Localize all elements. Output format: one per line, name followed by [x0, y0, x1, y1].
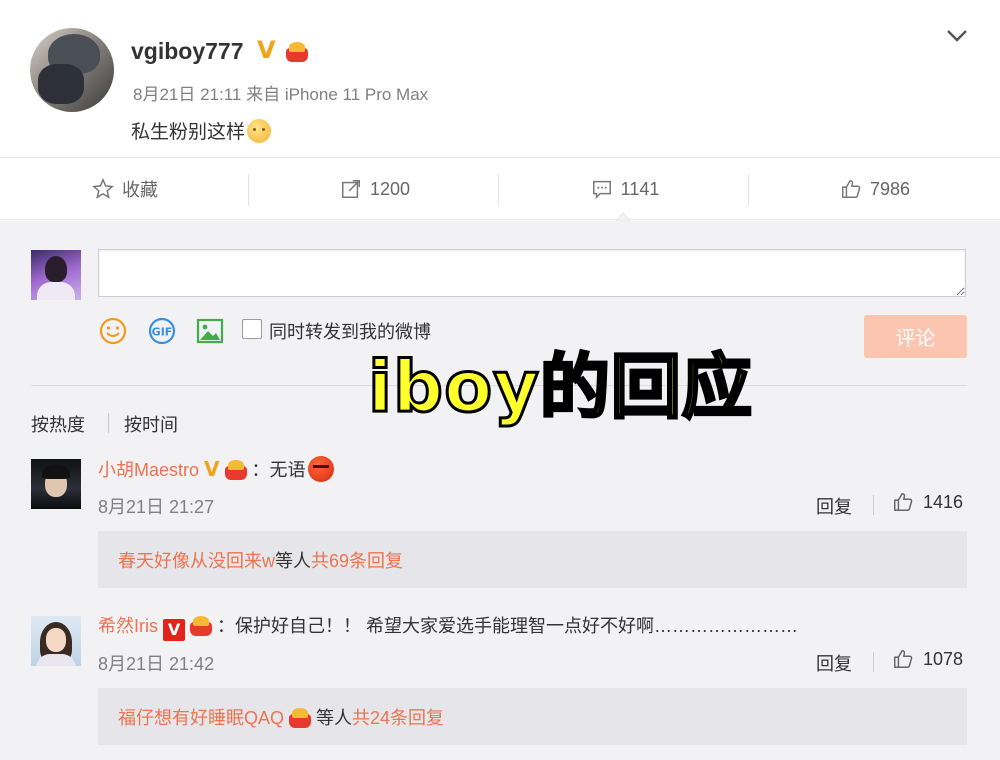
star-icon — [92, 178, 114, 199]
submit-comment-button[interactable]: 评论 — [864, 315, 967, 358]
repost-checkbox-label[interactable]: 同时转发到我的微博 — [269, 318, 431, 344]
chevron-down-icon[interactable] — [945, 26, 969, 46]
repost-button[interactable]: 1200 — [250, 158, 500, 220]
comment-text: 无语 — [269, 460, 306, 480]
sub-reply-count[interactable]: 共69条回复 — [311, 547, 403, 573]
comment-button[interactable]: 1141 — [500, 158, 750, 220]
sort-by-time-tab[interactable]: 按时间 — [124, 411, 178, 437]
post-text: 私生粉别这样 — [131, 122, 246, 143]
avatar-face — [38, 64, 84, 104]
thumbs-up-icon — [894, 650, 913, 668]
member-crown-icon — [188, 614, 214, 636]
svg-text:GIF: GIF — [152, 326, 173, 339]
verified-gold-icon: V — [257, 36, 276, 64]
member-crown-icon — [284, 40, 310, 62]
member-crown-icon — [287, 706, 313, 728]
comment-avatar[interactable] — [31, 459, 81, 509]
post-content: 私生粉别这样 — [131, 117, 272, 144]
post-source: iPhone 11 Pro Max — [284, 85, 429, 104]
comment-avatar[interactable] — [31, 616, 81, 666]
reply-button[interactable]: 回复 — [816, 493, 852, 519]
commenter-name[interactable]: 小胡Maestro — [98, 460, 199, 480]
comment-like-count: 1416 — [923, 491, 964, 512]
current-user-avatar[interactable] — [31, 250, 81, 300]
thumbs-up-icon — [841, 180, 861, 198]
author-username[interactable]: vgiboy777 — [131, 38, 244, 65]
comment-action-divider — [873, 652, 874, 672]
sub-reply-mid: 等人 — [275, 550, 311, 571]
overlay-caption: iboy的回应 — [367, 346, 754, 428]
favorite-label: 收藏 — [122, 180, 158, 200]
blush-emoji-icon — [247, 119, 272, 143]
comment-section — [0, 221, 1000, 760]
action-bar: 收藏 1200 1141 7986 — [0, 158, 1000, 220]
sub-reply-user[interactable]: 福仔想有好睡眠QAQ — [118, 704, 284, 730]
emoji-icon[interactable] — [98, 316, 128, 346]
sub-reply-mid: 等人 — [316, 707, 353, 728]
author-avatar[interactable] — [30, 28, 114, 112]
post-meta: 8月21日 21:11 来自 iPhone 11 Pro Max — [133, 80, 428, 105]
comment-line: 希然Iris V ：保护好自己！！ 希望大家爱选手能理智一点好不好啊…………………… — [98, 612, 798, 641]
comment-tab-pointer — [616, 213, 630, 221]
like-button[interactable]: 7986 — [750, 158, 1000, 220]
comment-icon — [592, 180, 611, 200]
comment-like-count: 1078 — [923, 648, 964, 669]
sub-replies-box[interactable]: 福仔想有好睡眠QAQ 等人 共24条回复 — [98, 688, 967, 745]
verified-red-icon: V — [163, 619, 186, 641]
comment-time: 8月21日 21:27 — [98, 497, 215, 517]
repost-checkbox[interactable] — [242, 319, 262, 339]
gif-icon[interactable]: GIF — [147, 316, 177, 346]
post-time[interactable]: 8月21日 21:11 — [133, 85, 241, 104]
post-card: vgiboy777 V 8月21日 21:11 来自 iPhone 11 Pro… — [0, 0, 1000, 158]
repost-count: 1200 — [369, 178, 411, 199]
source-prefix: 来自 — [246, 85, 281, 104]
comment-action-divider — [873, 495, 874, 515]
comment-like-button[interactable]: 1416 — [892, 491, 963, 513]
verified-gold-icon: V — [204, 457, 220, 481]
repost-icon — [341, 180, 360, 198]
member-crown-icon — [223, 458, 249, 480]
comment-colon: ： — [217, 616, 236, 636]
thumbs-up-icon — [894, 493, 913, 511]
sort-divider — [108, 413, 109, 433]
action-divider — [498, 174, 499, 206]
sub-reply-user[interactable]: 春天好像从没回来w — [118, 547, 275, 573]
favorite-button[interactable]: 收藏 — [0, 158, 250, 220]
comment-text: 保护好自己！！ 希望大家爱选手能理智一点好不好啊…………………… — [235, 616, 799, 636]
comment-time: 8月21日 21:42 — [98, 654, 215, 674]
sort-by-hot-tab[interactable]: 按热度 — [31, 411, 85, 437]
action-divider — [248, 174, 249, 206]
comment-input[interactable] — [98, 249, 966, 297]
comment-colon: ： — [251, 460, 270, 480]
commenter-name[interactable]: 希然Iris — [98, 616, 158, 636]
like-count: 7986 — [869, 178, 911, 199]
comment-count: 1141 — [620, 178, 660, 199]
comment-like-button[interactable]: 1078 — [892, 648, 963, 670]
reply-button[interactable]: 回复 — [816, 650, 852, 676]
comment-line: 小胡Maestro V ：无语 — [98, 456, 334, 482]
angry-emoji-icon — [307, 456, 334, 482]
sub-replies-box[interactable]: 春天好像从没回来w 等人 共69条回复 — [98, 531, 967, 588]
image-icon[interactable] — [195, 316, 225, 346]
action-divider — [748, 174, 749, 206]
sub-reply-count[interactable]: 共24条回复 — [352, 704, 444, 730]
